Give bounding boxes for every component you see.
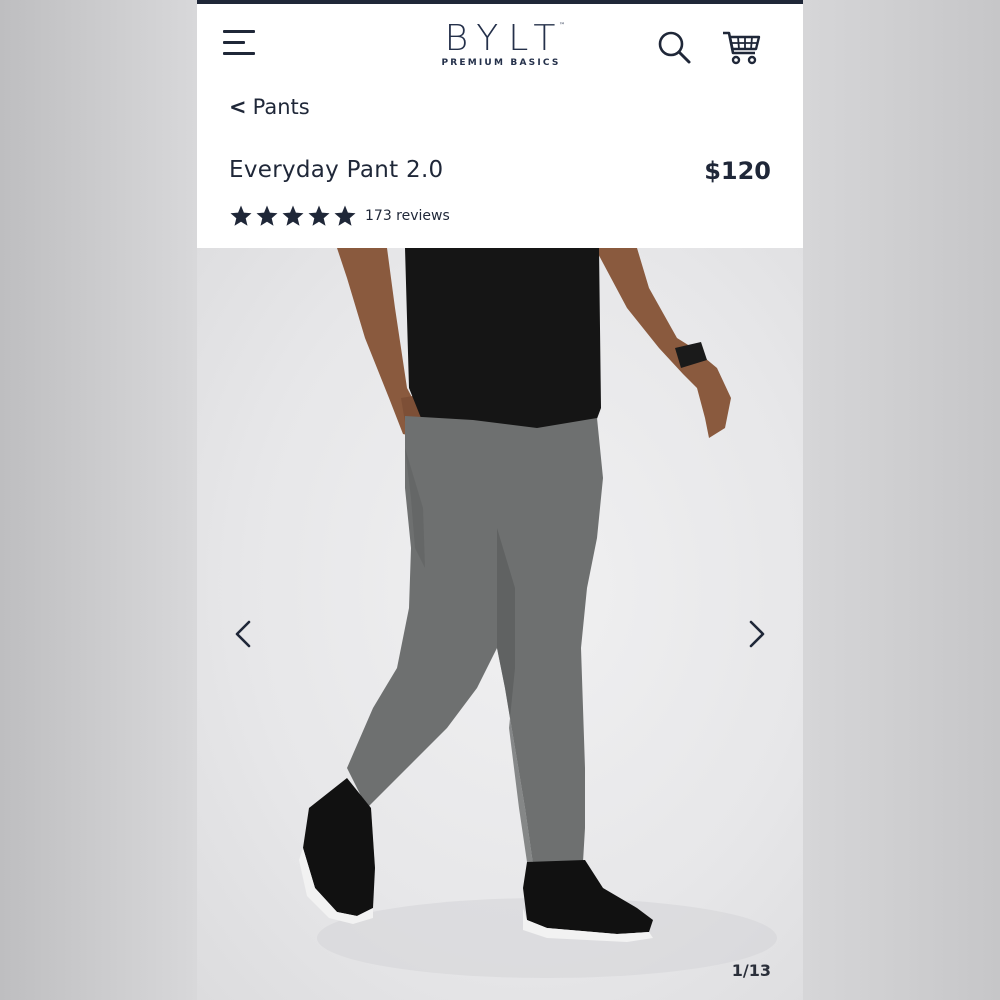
gallery-prev-button[interactable] — [229, 616, 259, 652]
brand-trademark: ™ — [559, 22, 565, 29]
cart-icon[interactable] — [721, 28, 763, 68]
product-price: $120 — [704, 157, 771, 185]
chevron-left-icon: < — [229, 95, 247, 119]
search-icon[interactable] — [655, 28, 695, 68]
product-rating[interactable]: 173 reviews — [229, 203, 450, 229]
star-icon — [256, 205, 278, 226]
reviews-count-link: 173 reviews — [365, 208, 450, 224]
background-blur-left — [0, 0, 197, 1000]
brand-tagline: PREMIUM BASICS — [441, 58, 561, 68]
star-icon — [282, 205, 304, 226]
product-photo — [299, 248, 777, 978]
product-image-gallery[interactable]: 1/13 — [197, 248, 803, 1000]
chevron-right-icon — [749, 620, 765, 648]
site-header: BYLT ™ PREMIUM BASICS — [197, 4, 803, 84]
star-icon — [230, 205, 252, 226]
hamburger-menu-icon[interactable] — [223, 28, 259, 60]
star-icon — [334, 205, 356, 226]
brand-name: BYLT — [444, 18, 566, 59]
breadcrumb-label: Pants — [252, 95, 310, 119]
breadcrumb-back-link[interactable]: < Pants — [229, 95, 310, 119]
gallery-next-button[interactable] — [741, 616, 771, 652]
star-icon — [308, 205, 330, 226]
gallery-counter: 1/13 — [731, 961, 771, 980]
background-blur-right — [803, 0, 1000, 1000]
product-title: Everyday Pant 2.0 — [229, 157, 444, 183]
brand-logo[interactable]: BYLT ™ PREMIUM BASICS — [421, 18, 581, 69]
rating-stars — [229, 204, 357, 228]
chevron-left-icon — [235, 620, 251, 648]
product-page: BYLT ™ PREMIUM BASICS < Pants Everyday P… — [197, 0, 803, 1000]
